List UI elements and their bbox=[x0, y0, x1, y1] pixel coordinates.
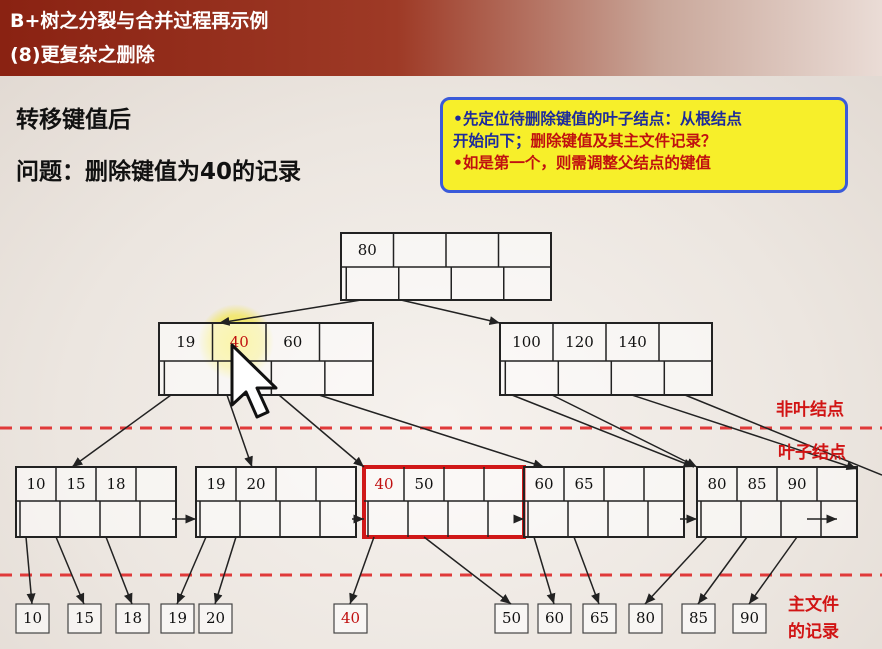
leaf-record-pointer bbox=[55, 536, 85, 605]
edge-ir-leaf5 bbox=[551, 394, 698, 468]
leaf-node-5-key: 90 bbox=[787, 475, 807, 493]
internal-node-right-key: 120 bbox=[565, 333, 594, 351]
label-records-2: 的记录 bbox=[788, 622, 839, 642]
record-value: 80 bbox=[635, 609, 656, 627]
leaf-record-pointer bbox=[349, 536, 375, 605]
leaf-node-3-key bbox=[484, 467, 524, 501]
leaf-record-pointer bbox=[25, 536, 36, 605]
edge-il-leaf1 bbox=[71, 394, 172, 468]
leaf-record-pointer bbox=[644, 536, 708, 605]
label-records-1: 主文件 bbox=[788, 595, 839, 615]
leaf-node-2-key bbox=[276, 467, 316, 501]
leaf-node-1-key: 10 bbox=[26, 475, 46, 493]
record-value: 65 bbox=[589, 609, 610, 627]
record-value: 19 bbox=[167, 609, 188, 627]
leaf-node-4-key bbox=[644, 467, 684, 501]
record-value: 90 bbox=[739, 609, 760, 627]
root-node-key: 80 bbox=[357, 241, 377, 259]
record-value: 15 bbox=[74, 609, 95, 627]
edge-il-leaf4 bbox=[318, 394, 545, 469]
leaf-node-4-key: 60 bbox=[534, 475, 554, 493]
leaf-node-1-key bbox=[136, 467, 176, 501]
record-value: 40 bbox=[340, 609, 361, 627]
leaf-record-pointer bbox=[176, 536, 207, 605]
leaf-node-1-key: 15 bbox=[66, 475, 86, 493]
leaf-node-5-key bbox=[817, 467, 857, 501]
record-value: 20 bbox=[205, 609, 226, 627]
label-leaf: 叶子结点 bbox=[778, 443, 846, 463]
record-value: 10 bbox=[22, 609, 43, 627]
leaf-node-3-key bbox=[444, 467, 484, 501]
leaf-node-4-key bbox=[604, 467, 644, 501]
internal-node-left-key bbox=[320, 323, 374, 361]
label-nonleaf: 非叶结点 bbox=[776, 400, 844, 420]
root-node-key bbox=[446, 233, 499, 267]
root-node-key bbox=[394, 233, 447, 267]
leaf-node-4-key: 65 bbox=[574, 475, 594, 493]
leaf-record-pointer bbox=[105, 536, 133, 605]
leaf-node-2-key: 20 bbox=[246, 475, 266, 493]
leaf-node-2-key: 19 bbox=[206, 475, 226, 493]
root-node-key bbox=[499, 233, 552, 267]
leaf-node-3-key: 40 bbox=[374, 475, 394, 493]
leaf-record-pointer bbox=[573, 536, 600, 605]
slide: B+树之分裂与合并过程再示例 (8)更复杂之删除 转移键值后 问题：删除键值为4… bbox=[0, 0, 882, 649]
leaf-record-pointer bbox=[213, 536, 237, 605]
record-value: 18 bbox=[122, 609, 143, 627]
record-value: 60 bbox=[544, 609, 565, 627]
internal-node-right-key: 100 bbox=[512, 333, 541, 351]
leaf-record-pointer bbox=[697, 536, 748, 605]
leaf-record-pointer bbox=[533, 536, 556, 605]
leaf-node-5-key: 85 bbox=[747, 475, 767, 493]
internal-node-right-key: 140 bbox=[618, 333, 647, 351]
record-value: 50 bbox=[501, 609, 522, 627]
leaf-node-3-key: 50 bbox=[414, 475, 434, 493]
internal-node-left-key: 19 bbox=[176, 333, 196, 351]
leaf-node-1-key: 18 bbox=[106, 475, 126, 493]
bplus-tree-diagram bbox=[0, 232, 882, 634]
internal-node-right-key bbox=[659, 323, 712, 361]
leaf-record-pointer bbox=[423, 536, 512, 605]
pointer-cursor-icon bbox=[230, 343, 278, 419]
leaf-node-2-key bbox=[316, 467, 356, 501]
edge-root-right bbox=[400, 299, 501, 326]
leaf-node-5-key: 80 bbox=[707, 475, 727, 493]
record-value: 85 bbox=[688, 609, 709, 627]
